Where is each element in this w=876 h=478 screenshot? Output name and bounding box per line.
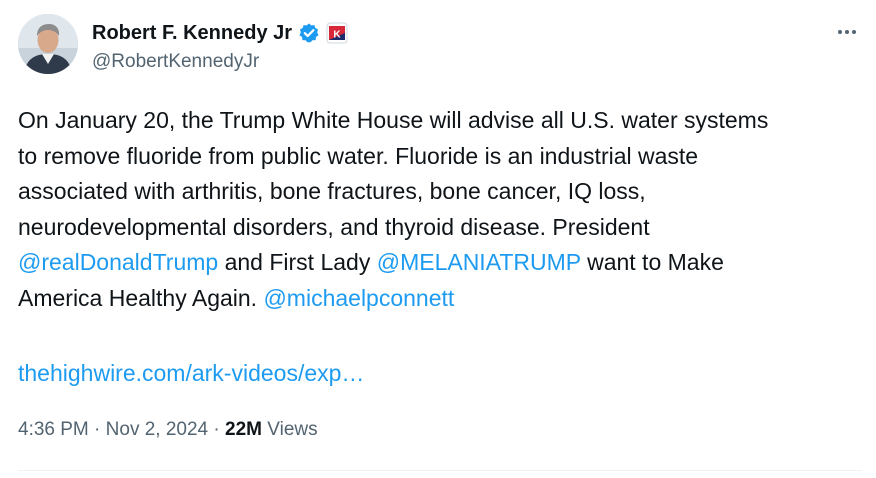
tweet-text-segment: and First Lady [218, 249, 377, 275]
author-handle[interactable]: @RobertKennedyJr [92, 50, 259, 74]
campaign-affiliate-icon[interactable]: K [326, 22, 348, 44]
tweet-text-segment: want to Make [580, 249, 724, 275]
author-display-name[interactable]: Robert F. Kennedy Jr [92, 20, 292, 46]
tweet-text-segment: associated with arthritis, bone fracture… [18, 178, 646, 204]
author-avatar[interactable] [18, 14, 78, 74]
name-row: Robert F. Kennedy Jr K [92, 20, 348, 46]
mention-link[interactable]: @realDonaldTrump [18, 249, 218, 275]
tweet-text-line: to remove fluoride from public water. Fl… [18, 139, 868, 175]
meta-separator: · [208, 419, 226, 440]
affiliate-letter: K [333, 30, 341, 41]
tweet-text-line: associated with arthritis, bone fracture… [18, 174, 868, 210]
mention-link[interactable]: @michaelpconnett [263, 285, 454, 311]
tweet-text-line: America Healthy Again. @michaelpconnett [18, 281, 868, 317]
meta-separator: · [88, 419, 106, 440]
tweet-time[interactable]: 4:36 PM [18, 419, 89, 440]
views-label: Views [261, 419, 318, 440]
tweet-text-segment: to remove fluoride from public water. Fl… [18, 142, 699, 169]
tweet-link[interactable]: thehighwire.com/ark-videos/exp… [18, 360, 364, 386]
divider [18, 470, 862, 471]
tweet-text-line: On January 20, the Trump White House wil… [18, 103, 868, 139]
tweet-date[interactable]: Nov 2, 2024 [106, 419, 208, 440]
tweet-text: On January 20, the Trump White House wil… [18, 103, 868, 316]
tweet-meta: 4:36 PM · Nov 2, 2024 · 22M Views [18, 414, 318, 446]
verified-badge-icon[interactable] [298, 22, 320, 44]
views-count[interactable]: 22M [225, 419, 262, 440]
tweet-text-segment: neurodevelopmental disorders, and thyroi… [18, 213, 650, 240]
tweet[interactable]: Robert F. Kennedy Jr K @RobertKennedyJr … [0, 0, 876, 478]
mention-link[interactable]: @MELANIATRUMP [377, 249, 581, 275]
tweet-text-line: neurodevelopmental disorders, and thyroi… [18, 210, 868, 246]
tweet-text-segment: On January 20, the Trump White House wil… [18, 107, 769, 133]
tweet-text-line: @realDonaldTrump and First Lady @MELANIA… [18, 245, 868, 281]
tweet-text-segment: America Healthy Again. [18, 284, 264, 311]
more-options-icon[interactable] [832, 22, 862, 42]
avatar-portrait-icon [18, 14, 78, 74]
